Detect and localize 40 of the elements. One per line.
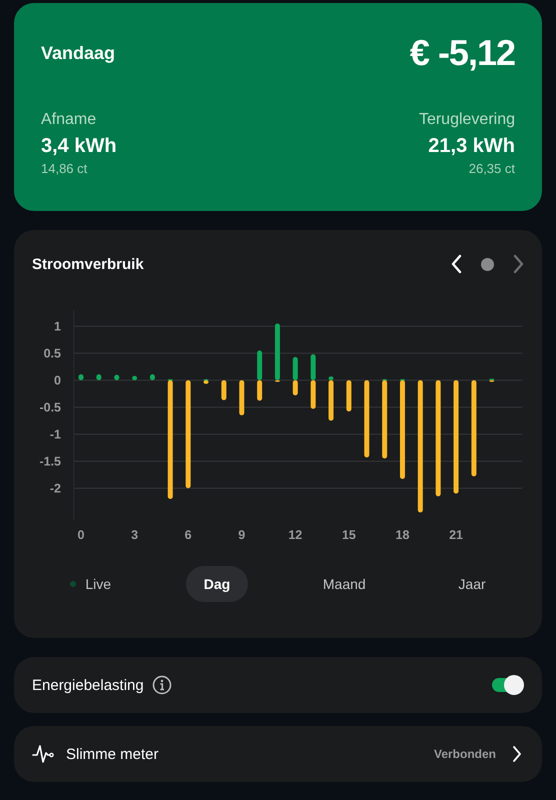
energy-value: 21,3 kWh <box>428 135 515 158</box>
summary-label: Afname <box>41 111 96 129</box>
card-title: Stroomverbruik <box>32 256 144 272</box>
toggle-switch[interactable] <box>492 678 522 692</box>
chevron-right-icon <box>512 745 522 763</box>
x-tick-label: 0 <box>78 528 84 542</box>
y-tick-label: -0.5 <box>39 400 61 415</box>
setting-label: Energiebelasting <box>32 676 144 694</box>
x-tick-label: 12 <box>288 528 302 542</box>
summary-title: Vandaag <box>41 42 116 64</box>
settings-row[interactable]: Energiebelasting <box>14 657 542 713</box>
x-tick-label: 9 <box>238 528 246 542</box>
x-tick-label: 3 <box>131 528 138 542</box>
x-tick-label: 6 <box>184 528 192 542</box>
period-tab[interactable]: Maand <box>304 566 384 602</box>
energy-value: 3,4 kWh <box>41 135 117 158</box>
period-tab[interactable]: Live <box>52 566 130 602</box>
price-value: 26,35 ct <box>468 161 515 176</box>
connection-status: Verbonden <box>434 747 496 761</box>
previous-icon[interactable] <box>451 254 463 274</box>
live-dot-icon <box>70 581 76 587</box>
x-tick-label: 15 <box>342 528 356 542</box>
period-tab[interactable]: Dag <box>186 566 248 602</box>
info-icon[interactable] <box>152 675 172 695</box>
y-tick-label: 1 <box>54 320 61 334</box>
x-tick-label: 21 <box>449 528 464 542</box>
settings-row[interactable]: Slimme meter Verbonden <box>14 726 542 782</box>
setting-label: Slimme meter <box>66 746 159 762</box>
total-amount: € -5,12 <box>410 32 515 74</box>
y-tick-label: -1 <box>50 428 61 442</box>
y-tick-label: -1.5 <box>39 454 61 469</box>
heartbeat-icon <box>32 744 54 764</box>
y-tick-label: -2 <box>50 482 61 496</box>
page-dot <box>481 258 494 270</box>
period-tab[interactable]: Jaar <box>440 566 504 602</box>
y-tick-label: 0.5 <box>44 346 61 361</box>
price-value: 14,86 ct <box>41 161 88 176</box>
y-tick-label: 0 <box>54 374 61 388</box>
x-tick-label: 18 <box>396 528 410 542</box>
summary-label: Teruglevering <box>418 111 515 129</box>
